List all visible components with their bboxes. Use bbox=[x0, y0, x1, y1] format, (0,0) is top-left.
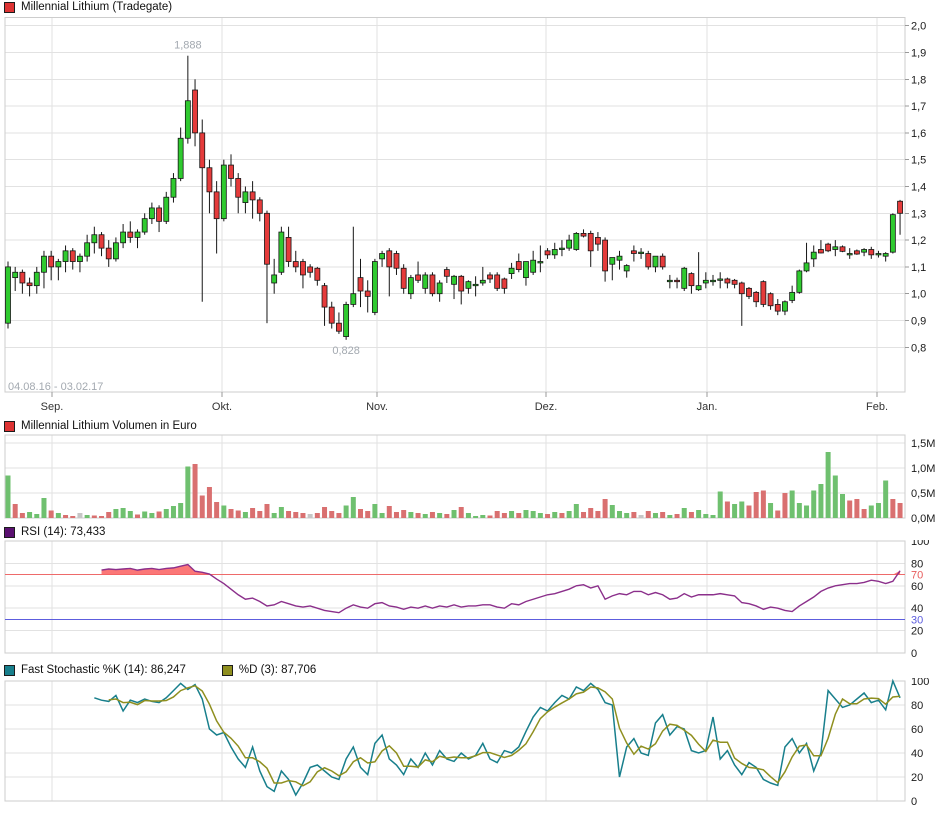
rsi-chart-title: RSI (14): 73,433 bbox=[21, 526, 105, 538]
price-series-swatch-icon bbox=[4, 2, 15, 13]
svg-text:0: 0 bbox=[911, 648, 917, 660]
svg-text:20: 20 bbox=[911, 626, 923, 638]
stochastic-line-chart: 100 80 60 40 20 0 bbox=[0, 678, 940, 814]
svg-text:30: 30 bbox=[911, 614, 923, 626]
svg-text:60: 60 bbox=[911, 724, 923, 736]
svg-text:0,9: 0,9 bbox=[911, 316, 926, 328]
svg-text:Okt.: Okt. bbox=[212, 401, 232, 413]
svg-text:80: 80 bbox=[911, 700, 923, 712]
rsi-line bbox=[102, 565, 901, 613]
svg-text:100: 100 bbox=[911, 540, 929, 548]
gridlines bbox=[5, 541, 905, 653]
svg-text:0: 0 bbox=[911, 796, 917, 808]
svg-text:0,828: 0,828 bbox=[332, 345, 360, 357]
gridlines bbox=[5, 18, 905, 393]
svg-text:2,0: 2,0 bbox=[911, 21, 926, 33]
rsi-overbought-fill bbox=[102, 565, 901, 575]
stock-chart-page: { "page": {"background": "#ffffff", "gri… bbox=[0, 0, 940, 814]
stochastic-d-label: %D (3): 87,706 bbox=[239, 664, 316, 676]
svg-text:0,0M: 0,0M bbox=[911, 513, 935, 525]
stochastic-d-swatch-icon bbox=[222, 665, 233, 676]
price-chart-title: Millennial Lithium (Tradegate) bbox=[21, 1, 172, 13]
svg-text:0,5M: 0,5M bbox=[911, 488, 935, 500]
svg-text:1,7: 1,7 bbox=[911, 101, 926, 113]
svg-text:60: 60 bbox=[911, 581, 923, 593]
volume-bars bbox=[6, 452, 903, 518]
candles bbox=[6, 56, 903, 340]
svg-text:Dez.: Dez. bbox=[535, 401, 558, 413]
rsi-line-chart: 100 807060 403020 0 bbox=[0, 540, 940, 660]
stochastic-k-swatch-icon bbox=[4, 665, 15, 676]
svg-text:100: 100 bbox=[911, 678, 929, 688]
svg-text:1,888: 1,888 bbox=[174, 40, 202, 52]
svg-text:1,5M: 1,5M bbox=[911, 438, 935, 450]
svg-text:1,4: 1,4 bbox=[911, 182, 926, 194]
svg-text:Sep.: Sep. bbox=[41, 401, 64, 413]
stochastic-d-legend-item: %D (3): 87,706 bbox=[222, 664, 316, 676]
stochastic-line bbox=[109, 686, 900, 786]
volume-chart-title: Millennial Lithium Volumen in Euro bbox=[21, 420, 197, 432]
svg-text:1,0: 1,0 bbox=[911, 289, 926, 301]
volume-chart-legend: Millennial Lithium Volumen in Euro bbox=[4, 420, 197, 432]
svg-text:1,2: 1,2 bbox=[911, 235, 926, 247]
svg-text:1,9: 1,9 bbox=[911, 48, 926, 60]
svg-text:1,1: 1,1 bbox=[911, 262, 926, 274]
stochastic-line bbox=[94, 681, 900, 795]
svg-text:1,3: 1,3 bbox=[911, 208, 926, 220]
svg-text:1,0M: 1,0M bbox=[911, 463, 935, 475]
price-chart-legend: Millennial Lithium (Tradegate) bbox=[4, 1, 172, 13]
svg-text:70: 70 bbox=[911, 570, 923, 582]
stochastic-k-label: Fast Stochastic %K (14): 86,247 bbox=[21, 664, 186, 676]
svg-text:Nov.: Nov. bbox=[366, 401, 388, 413]
svg-text:1,6: 1,6 bbox=[911, 128, 926, 140]
svg-text:Jan.: Jan. bbox=[697, 401, 718, 413]
rsi-series-swatch-icon bbox=[4, 527, 15, 538]
rsi-chart-legend: RSI (14): 73,433 bbox=[4, 526, 105, 538]
svg-text:Feb.: Feb. bbox=[866, 401, 888, 413]
svg-text:1,5: 1,5 bbox=[911, 155, 926, 167]
svg-text:40: 40 bbox=[911, 603, 923, 615]
svg-text:1,8: 1,8 bbox=[911, 74, 926, 86]
stochastic-chart-legend: Fast Stochastic %K (14): 86,247 %D (3): … bbox=[4, 664, 346, 676]
svg-text:40: 40 bbox=[911, 748, 923, 760]
volume-bar-chart: 1,5M 1,0M 0,5M 0,0M bbox=[0, 434, 940, 526]
volume-series-swatch-icon bbox=[4, 421, 15, 432]
svg-text:80: 80 bbox=[911, 558, 923, 570]
svg-text:20: 20 bbox=[911, 772, 923, 784]
svg-text:04.08.16 - 03.02.17: 04.08.16 - 03.02.17 bbox=[8, 381, 103, 393]
price-candlestick-chart: Sep. Okt. Nov. Dez. Jan. Feb. 1,888 0,828 04.08.… bbox=[0, 16, 940, 416]
svg-text:0,8: 0,8 bbox=[911, 342, 926, 354]
stochastic-k-legend-item: Fast Stochastic %K (14): 86,247 bbox=[4, 664, 186, 676]
